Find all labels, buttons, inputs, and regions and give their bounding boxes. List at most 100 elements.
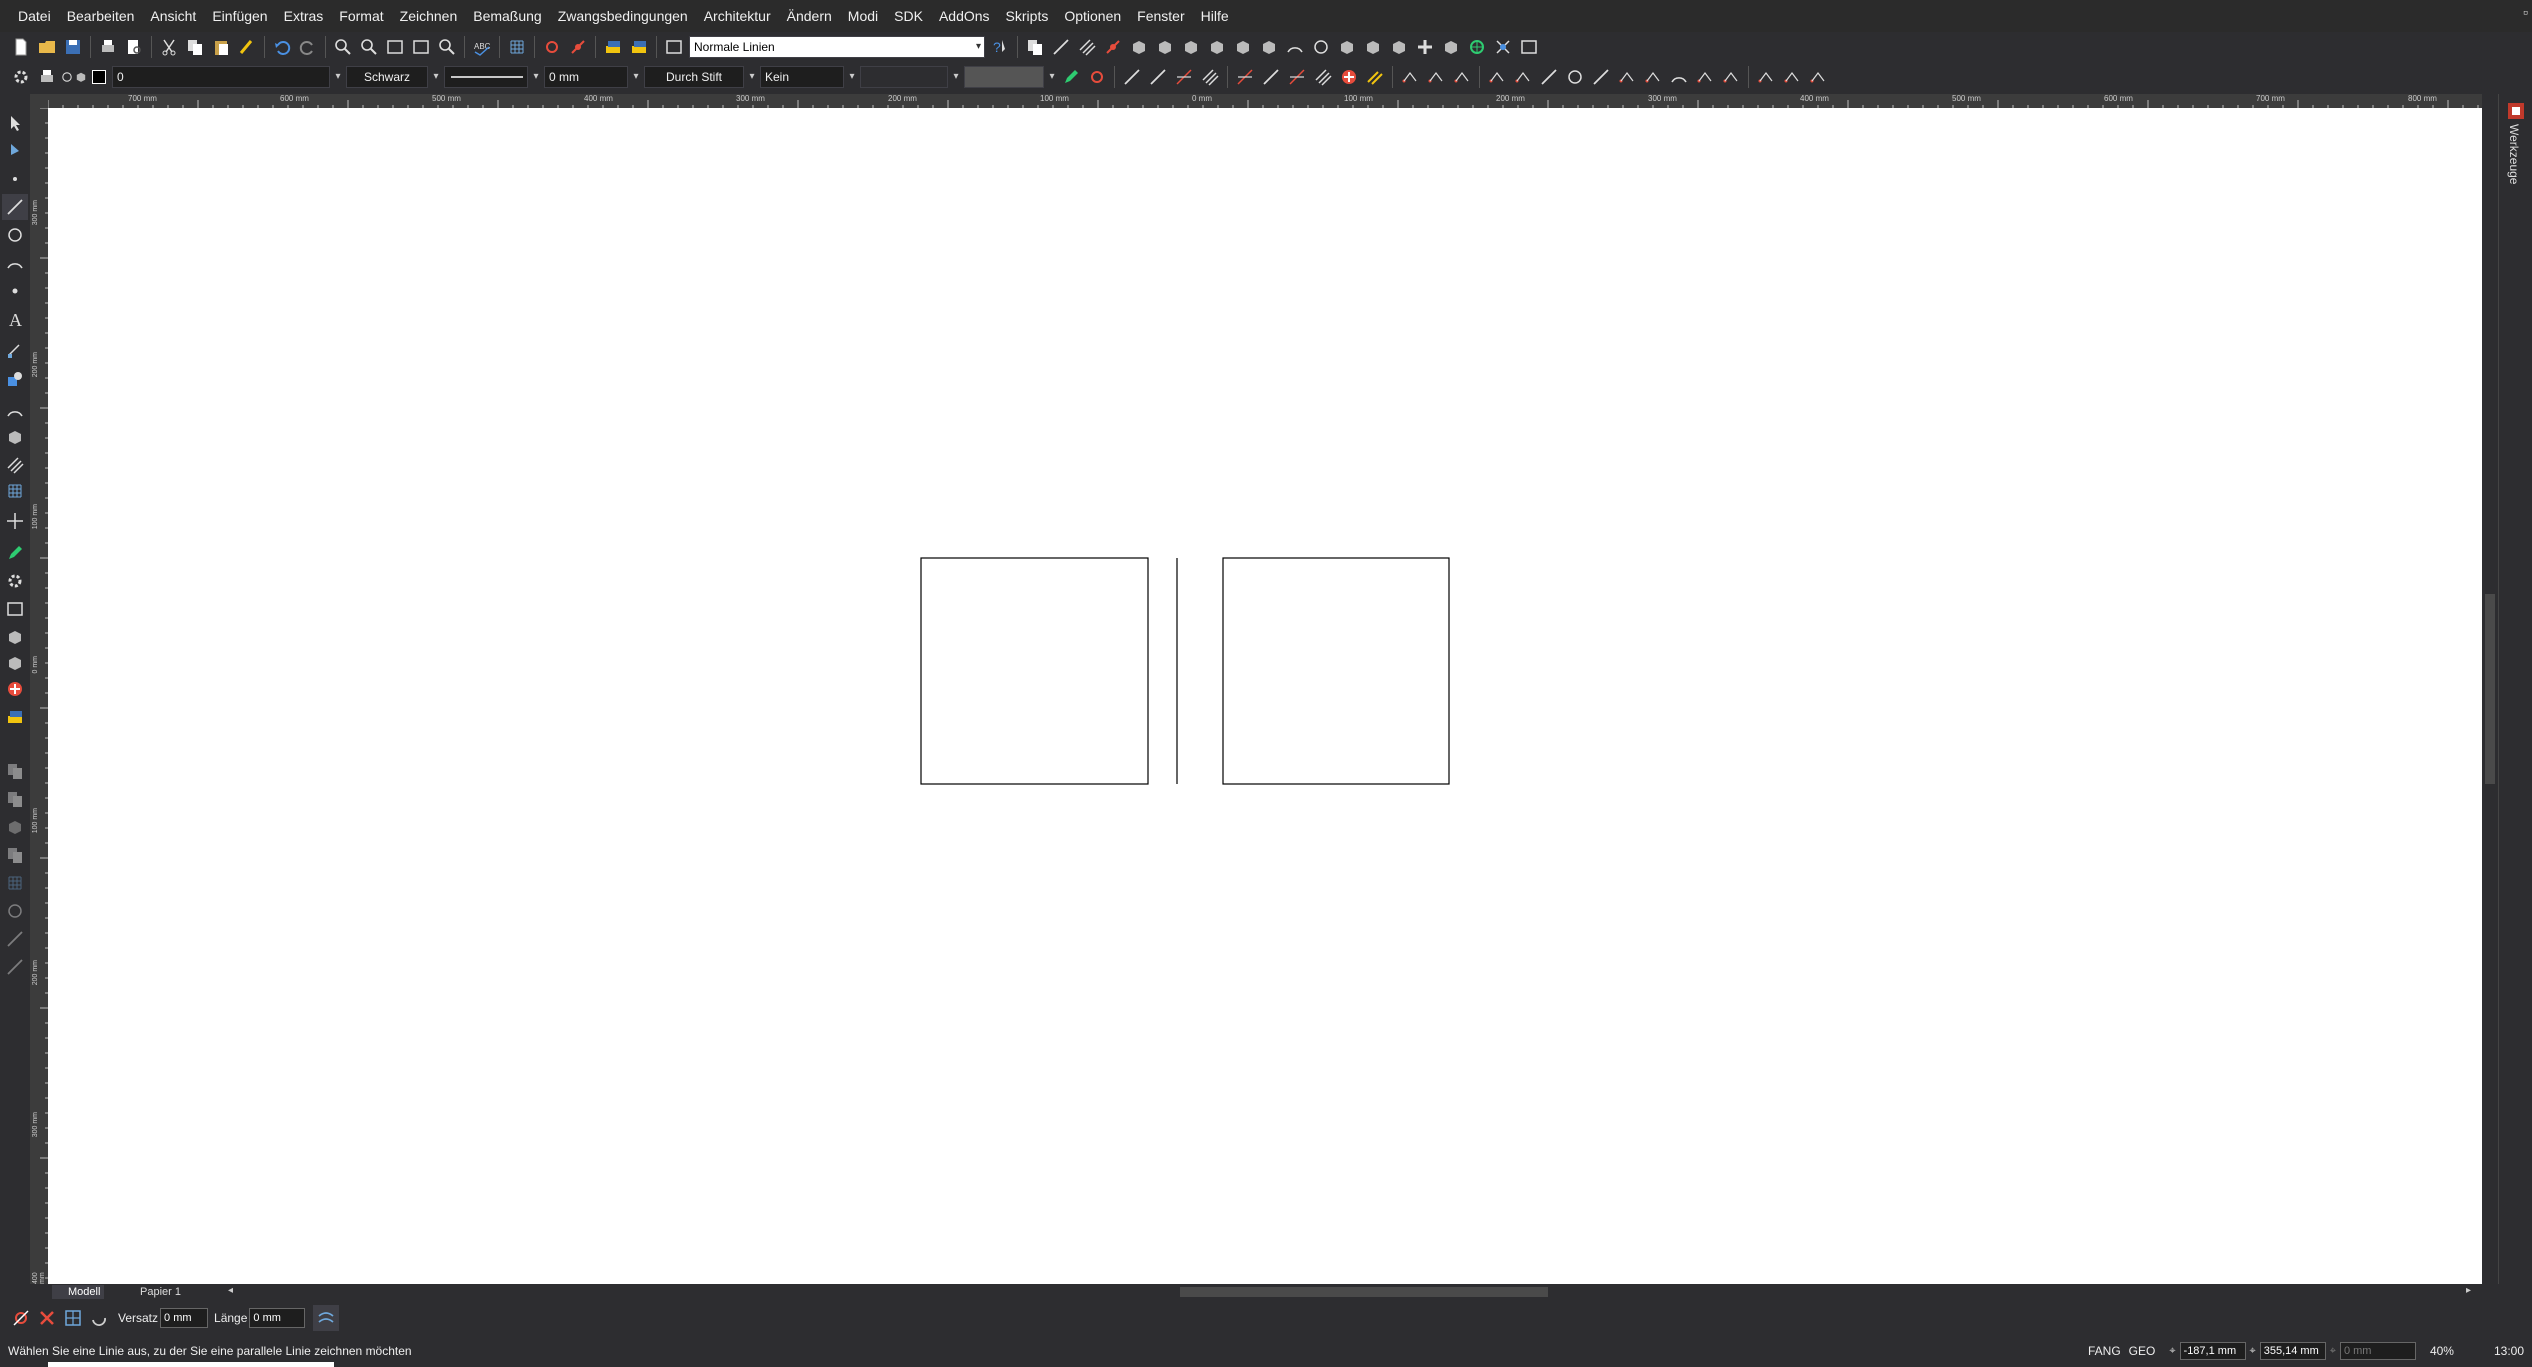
draw-tool-32-icon[interactable] xyxy=(1805,64,1831,90)
pen-dropdown-icon[interactable]: ▾ xyxy=(746,66,758,88)
coord-z-field[interactable]: 0 mm xyxy=(2339,1342,2416,1360)
print-preview-icon[interactable] xyxy=(121,34,147,60)
draw-tool-10-icon[interactable] xyxy=(1284,64,1310,90)
table-tool-icon[interactable] xyxy=(2,870,28,896)
menu-item-8[interactable]: Zwangsbedingungen xyxy=(550,0,696,32)
modify-tool-6-icon[interactable] xyxy=(1178,34,1204,60)
coord-x-field[interactable]: -187,1 mm xyxy=(2179,1342,2246,1360)
print-icon[interactable] xyxy=(95,34,121,60)
grid-icon[interactable] xyxy=(60,1305,86,1331)
color-combo[interactable]: Schwarz xyxy=(346,66,428,88)
insert-block-icon[interactable] xyxy=(2,398,28,424)
draw-tool-1-icon[interactable] xyxy=(1084,64,1110,90)
edit-tool-icon[interactable] xyxy=(2,540,28,566)
linestyle-combo[interactable]: Normale Linien ▾ xyxy=(689,36,985,58)
circle-tool-icon[interactable] xyxy=(2,222,28,248)
pen-combo[interactable]: Durch Stift xyxy=(644,66,744,88)
draw-tool-21-icon[interactable] xyxy=(1536,64,1562,90)
zoom-page-icon[interactable] xyxy=(408,34,434,60)
menu-item-3[interactable]: Einfügen xyxy=(204,0,275,32)
menu-item-1[interactable]: Bearbeiten xyxy=(59,0,143,32)
menu-item-7[interactable]: Bemaßung xyxy=(465,0,549,32)
layer-manager-icon[interactable] xyxy=(600,34,626,60)
draw-tool-3-icon[interactable] xyxy=(1119,64,1145,90)
horizontal-scroll-thumb[interactable] xyxy=(1180,1287,1548,1297)
tab-papier-1[interactable]: Papier 1 xyxy=(124,1285,185,1299)
fill-combo[interactable]: Kein xyxy=(760,66,844,88)
vertical-scroll-thumb[interactable] xyxy=(2485,594,2495,784)
cancel-icon[interactable] xyxy=(34,1305,60,1331)
settings-gear-icon[interactable] xyxy=(8,64,34,90)
dot-tool-icon[interactable] xyxy=(2,278,28,304)
modify-tool-4-icon[interactable] xyxy=(1126,34,1152,60)
arc-tool-icon[interactable] xyxy=(2,250,28,276)
object-snap-icon[interactable] xyxy=(565,34,591,60)
menu-item-2[interactable]: Ansicht xyxy=(142,0,204,32)
redo-icon[interactable] xyxy=(295,34,321,60)
3d-tool-icon[interactable] xyxy=(2,424,28,450)
versatz-field[interactable]: 0 mm xyxy=(160,1308,209,1328)
zoom-dynamic-icon[interactable] xyxy=(356,34,382,60)
layer-tool-icon[interactable] xyxy=(2,650,28,676)
draw-tool-12-icon[interactable] xyxy=(1336,64,1362,90)
draw-tool-4-icon[interactable] xyxy=(1145,64,1171,90)
transparency-dropdown-icon[interactable]: ▾ xyxy=(950,66,962,88)
properties-icon[interactable] xyxy=(661,34,687,60)
draw-tool-20-icon[interactable] xyxy=(1510,64,1536,90)
draw-tool-13-icon[interactable] xyxy=(1362,64,1388,90)
parallel-mode-icon[interactable] xyxy=(313,1305,340,1331)
menu-item-14[interactable]: Skripts xyxy=(998,0,1057,32)
line-style-dropdown-icon[interactable]: ▾ xyxy=(530,66,542,88)
context-help-icon[interactable]: ? xyxy=(987,34,1013,60)
gear-tool-icon[interactable] xyxy=(2,568,28,594)
menu-item-4[interactable]: Extras xyxy=(276,0,332,32)
menu-item-13[interactable]: AddOns xyxy=(931,0,998,32)
snap-fang-toggle[interactable]: FANG xyxy=(2088,1344,2121,1358)
werkzeuge-tab[interactable]: Werkzeuge xyxy=(2507,124,2521,184)
draw-tool-27-icon[interactable] xyxy=(1692,64,1718,90)
modify-tool-18-icon[interactable] xyxy=(1490,34,1516,60)
modify-tool-8-icon[interactable] xyxy=(1230,34,1256,60)
menu-item-9[interactable]: Architektur xyxy=(696,0,779,32)
undo-arc-icon[interactable] xyxy=(86,1305,112,1331)
image-tool-icon[interactable] xyxy=(2,704,28,730)
color-dropdown-icon[interactable]: ▾ xyxy=(430,66,442,88)
color-swatch-icon[interactable] xyxy=(92,70,106,84)
draw-tool-5-icon[interactable] xyxy=(1171,64,1197,90)
draw-tool-23-icon[interactable] xyxy=(1588,64,1614,90)
point-tool-icon[interactable] xyxy=(2,166,28,192)
select-all-icon[interactable] xyxy=(2,596,28,622)
lock-icon[interactable] xyxy=(74,64,88,90)
drawn-square-left[interactable] xyxy=(920,557,1149,785)
modify-tool-15-icon[interactable] xyxy=(1412,34,1438,60)
modify-tool-13-icon[interactable] xyxy=(1360,34,1386,60)
zoom-window-icon[interactable] xyxy=(330,34,356,60)
array-tool-icon[interactable] xyxy=(2,478,28,504)
menu-item-10[interactable]: Ändern xyxy=(779,0,840,32)
menu-item-5[interactable]: Format xyxy=(331,0,391,32)
group-tool-icon[interactable] xyxy=(2,758,28,784)
draw-tool-26-icon[interactable] xyxy=(1666,64,1692,90)
fill-color-combo[interactable] xyxy=(964,66,1044,88)
menu-item-0[interactable]: Datei xyxy=(10,0,59,32)
modify-tool-10-icon[interactable] xyxy=(1282,34,1308,60)
menu-item-11[interactable]: Modi xyxy=(840,0,886,32)
spellcheck-icon[interactable]: ABC xyxy=(469,34,495,60)
line-width-combo[interactable]: 0 mm xyxy=(544,66,628,88)
drawn-square-right[interactable] xyxy=(1222,557,1450,785)
modify-tool-2-icon[interactable] xyxy=(1074,34,1100,60)
zoom-level[interactable]: 40% xyxy=(2430,1344,2454,1358)
save-icon[interactable] xyxy=(60,34,86,60)
move-tool-icon[interactable] xyxy=(2,508,28,534)
dimension-tool-icon[interactable] xyxy=(2,338,28,364)
open-folder-icon[interactable] xyxy=(34,34,60,60)
snap-settings-icon[interactable] xyxy=(8,1305,34,1331)
modify-tool-3-icon[interactable] xyxy=(1100,34,1126,60)
select-node-icon[interactable] xyxy=(2,138,28,164)
line-width-dropdown-icon[interactable]: ▾ xyxy=(630,66,642,88)
draw-tool-0-icon[interactable] xyxy=(1058,64,1084,90)
menu-item-6[interactable]: Zeichnen xyxy=(392,0,466,32)
draw-tool-24-icon[interactable] xyxy=(1614,64,1640,90)
restore-window-icon[interactable]: ▫ xyxy=(2523,4,2528,20)
measure-tool-icon[interactable] xyxy=(2,926,28,952)
